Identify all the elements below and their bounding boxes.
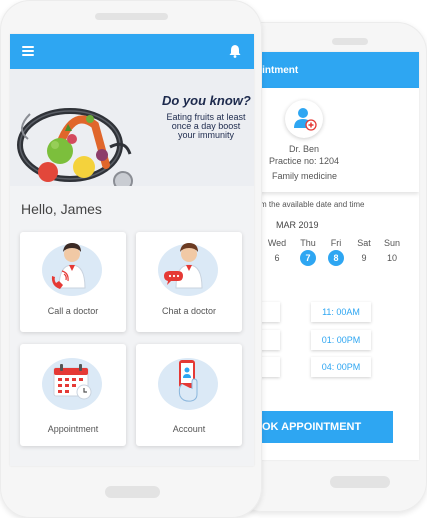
appointment-header: ointment xyxy=(240,52,419,88)
back-phone-speaker xyxy=(332,38,368,45)
appointment-screen: ointment Dr. Ben Practice no: 1204 Famil… xyxy=(240,52,419,460)
day-name: Fri xyxy=(330,238,342,248)
day-name: Wed xyxy=(267,238,287,248)
doctor-card: Dr. Ben Practice no: 1204 Family medicin… xyxy=(240,88,419,192)
account-tile[interactable]: Account xyxy=(136,344,242,446)
chat-doctor-icon xyxy=(164,243,203,289)
call-doctor-tile[interactable]: Call a doctor xyxy=(20,232,126,332)
day-number[interactable]: 6 xyxy=(269,250,285,266)
banner-title: Do you know? xyxy=(162,93,251,108)
tile-label: Appointment xyxy=(47,424,99,434)
home-header xyxy=(10,34,254,69)
greeting: Hello, James xyxy=(21,201,102,217)
tile-label: Call a doctor xyxy=(47,306,99,316)
tile-label: Account xyxy=(172,424,206,434)
day-name: Sun xyxy=(383,238,400,248)
day-number-selected[interactable]: 8 xyxy=(328,250,344,266)
front-phone-home-button xyxy=(105,486,160,498)
appointment-tile[interactable]: Appointment xyxy=(20,344,126,446)
appointment-header-title: ointment xyxy=(256,65,299,76)
date-time-prompt: m the available date and time xyxy=(260,200,365,209)
day-number[interactable]: 10 xyxy=(384,250,400,266)
calendar-month: MAR 2019 xyxy=(276,220,319,230)
call-doctor-icon xyxy=(51,243,86,289)
doctor-avatar-icon xyxy=(294,108,317,131)
banner-text: Eating fruits at least once a day boost … xyxy=(166,112,246,140)
account-phone-icon xyxy=(178,360,198,402)
menu-icon[interactable] xyxy=(22,46,34,56)
day-number-selected[interactable]: 7 xyxy=(300,250,316,266)
doctor-name: Dr. Ben xyxy=(289,144,320,154)
calendar-icon xyxy=(53,364,92,400)
doctor-specialty: Family medicine xyxy=(272,171,338,181)
tile-label: Chat a doctor xyxy=(161,306,217,316)
doctor-practice: Practice no: 1204 xyxy=(269,156,340,166)
stethoscope-fruit-illustration xyxy=(17,108,133,186)
chat-doctor-tile[interactable]: Chat a doctor xyxy=(136,232,242,332)
back-phone-home-button xyxy=(330,476,390,488)
book-appointment-button[interactable]: OK APPOINTMENT xyxy=(240,411,393,443)
day-name: Thu xyxy=(300,238,316,248)
time-slot[interactable]: 04: 00PM xyxy=(311,357,371,377)
bell-icon[interactable] xyxy=(229,44,241,58)
doctor-avatar xyxy=(285,100,323,138)
day-name: Sat xyxy=(357,238,371,248)
home-screen: Do you know? Eating fruits at least once… xyxy=(10,34,254,466)
front-phone-speaker xyxy=(95,13,168,20)
time-slot[interactable]: 01: 00PM xyxy=(311,330,371,350)
time-slot[interactable]: 11: 00AM xyxy=(311,302,371,322)
health-tip-banner[interactable]: Do you know? Eating fruits at least once… xyxy=(10,69,254,186)
day-number[interactable]: 9 xyxy=(356,250,372,266)
